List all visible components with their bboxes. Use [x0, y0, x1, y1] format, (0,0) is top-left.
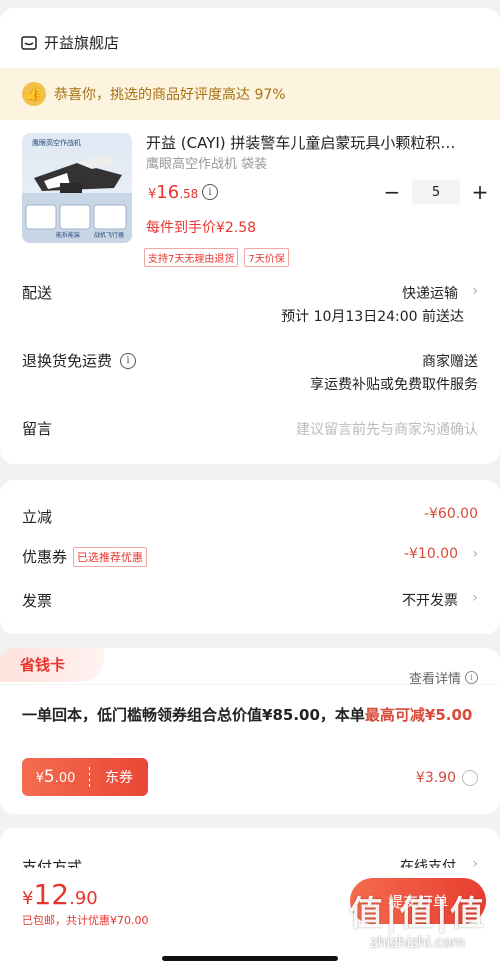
tag-price-protect: 7天价保 — [244, 248, 289, 267]
delivery-eta: 预计 10月13日24:00 前送达 — [281, 309, 464, 325]
thumb-sub2: 战机飞行器 — [94, 231, 124, 239]
saver-select-radio[interactable] — [462, 770, 478, 786]
coupon-label-wrap: 优惠券 已选推荐优惠 — [22, 546, 148, 567]
total-symbol: ¥ — [22, 888, 34, 909]
message-row[interactable]: 留言 建议留言前先与商家沟通确认 — [22, 418, 478, 442]
instant-discount-row: 立减 -¥60.00 — [22, 506, 478, 528]
message-label: 留言 — [22, 420, 53, 438]
return-fee-label: 退换货免运费 — [22, 352, 113, 370]
discount-card: 立减 -¥60.00 优惠券 已选推荐优惠 -¥10.00 › 发票 不开发票 … — [0, 480, 500, 634]
coupon-row[interactable]: 优惠券 已选推荐优惠 -¥10.00 — [22, 546, 458, 568]
coupon-name: 东券 — [105, 770, 133, 786]
bottom-bar: ¥ 12 .90 已包邮，共计优惠¥70.00 提交订单 值|值|值 zhizh… — [0, 868, 500, 972]
invoice-row[interactable]: 发票 不开发票 — [22, 590, 458, 612]
coupon-value: -¥10.00 — [403, 546, 458, 562]
store-header[interactable]: 开益旗舰店 — [20, 32, 119, 53]
coupon-badge: 已选推荐优惠 — [73, 546, 148, 567]
price-info-icon[interactable]: i — [202, 184, 218, 200]
return-fee-info-icon[interactable]: i — [120, 352, 137, 369]
delivery-row[interactable]: 配送 快递运输 预计 10月13日24:00 前送达 — [22, 282, 464, 325]
watermark: 值|值|值 zhizhizhi.com — [349, 886, 486, 951]
price-symbol: ¥ — [148, 187, 157, 202]
thumb-sub1: 能拆能装 — [56, 231, 80, 239]
increase-button[interactable]: + — [468, 180, 492, 204]
coupon-chevron-icon[interactable]: › — [472, 546, 478, 562]
coupon-amount-dec: .00 — [54, 771, 76, 786]
thumb-caption: 鹰眼高空作战机 — [32, 138, 81, 147]
total-int: 12 — [33, 878, 70, 911]
saver-description: 一单回本，低门槛畅领券组合总价值¥85.00，本单最高可减¥5.00 — [22, 704, 478, 726]
instant-value: -¥60.00 — [423, 506, 478, 522]
return-fee-sub: 享运费补贴或免费取件服务 — [310, 377, 478, 393]
product-title[interactable]: 开益 (CAYI) 拼装警车儿童启蒙玩具小颗粒积… — [146, 132, 476, 153]
watermark-url: zhizhizhi.com — [370, 935, 465, 951]
message-input[interactable]: 建议留言前先与商家沟通确认 — [296, 419, 478, 439]
product-tags: 支持7天无理由退货 7天价保 — [144, 248, 289, 267]
saver-price: ¥3.90 — [415, 770, 456, 786]
saver-divider — [0, 684, 500, 685]
rating-banner: 👍 恭喜你，挑选的商品好评度高达 97% — [0, 68, 500, 120]
return-fee-label-wrap: 退换货免运费 i — [22, 350, 137, 371]
coupon-amount-int: 5 — [43, 767, 55, 787]
home-indicator[interactable] — [162, 956, 338, 961]
product-image: 鹰眼高空作战机 能拆能装 战机飞行器 — [22, 138, 132, 243]
thumb-up-icon: 👍 — [22, 82, 46, 106]
saver-info-icon: i — [465, 671, 478, 684]
product-thumbnail[interactable]: 鹰眼高空作战机 能拆能装 战机飞行器 — [22, 133, 132, 243]
product-price: ¥ 16 .58 — [148, 182, 198, 203]
total-price: ¥ 12 .90 — [22, 878, 98, 911]
saver-desc-prefix: 一单回本，低门槛畅领券组合总价值¥85.00，本单 — [22, 706, 365, 724]
coupon-amount: ¥5.00 — [22, 767, 90, 787]
store-name: 开益旗舰店 — [44, 34, 120, 52]
total-note: 已包邮，共计优惠¥70.00 — [22, 914, 149, 927]
return-fee-value: 商家赠送 — [422, 354, 478, 370]
price-dec: .58 — [179, 187, 199, 201]
store-card: 开益旗舰店 👍 恭喜你，挑选的商品好评度高达 97% 鹰眼高空作战机 能拆能装 … — [0, 8, 500, 464]
quantity-input[interactable]: 5 — [412, 180, 460, 204]
tag-return: 支持7天无理由退货 — [144, 248, 239, 267]
coupon-label: 优惠券 — [22, 548, 68, 566]
rating-banner-text: 恭喜你，挑选的商品好评度高达 97% — [54, 87, 286, 103]
unit-price: 每件到手价¥2.58 — [146, 220, 257, 236]
coupon-amount-symbol: ¥ — [35, 771, 44, 786]
total-dec: .90 — [69, 888, 98, 909]
delivery-chevron-icon[interactable]: › — [472, 283, 478, 299]
watermark-logo: 值|值|值 — [349, 894, 486, 934]
saver-title: 省钱卡 — [20, 656, 66, 674]
invoice-value: 不开发票 — [402, 593, 458, 609]
price-int: 16 — [156, 182, 180, 203]
saver-desc-highlight: 最高可减¥5.00 — [364, 706, 473, 724]
decrease-button[interactable]: − — [380, 180, 404, 204]
return-fee-row[interactable]: 退换货免运费 i 商家赠送 享运费补贴或免费取件服务 — [22, 350, 478, 393]
store-icon — [21, 35, 37, 50]
invoice-label: 发票 — [22, 592, 53, 610]
product-spec[interactable]: 鹰眼高空作战机 袋装 — [146, 153, 267, 172]
delivery-label: 配送 — [22, 284, 53, 302]
invoice-chevron-icon[interactable]: › — [472, 590, 478, 606]
quantity-stepper: − 5 + — [380, 180, 492, 204]
delivery-method: 快递运输 — [402, 286, 458, 302]
instant-label: 立减 — [22, 508, 53, 526]
saver-card: 省钱卡 查看详情 i 一单回本，低门槛畅领券组合总价值¥85.00，本单最高可减… — [0, 648, 500, 814]
saver-coupon[interactable]: ¥5.00 东券 — [22, 758, 148, 796]
